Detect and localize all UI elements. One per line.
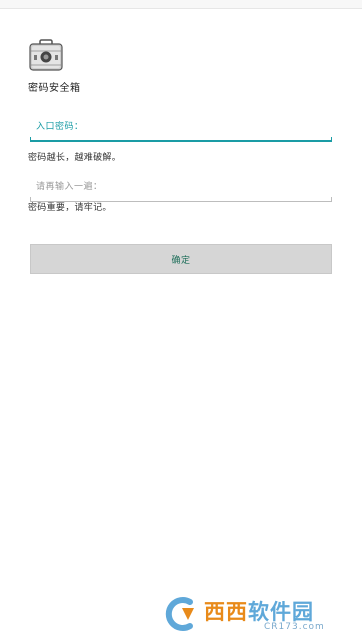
status-bar: [0, 0, 362, 9]
password-hint: 密码越长，越难破解。: [28, 153, 122, 163]
confirm-field-wrapper: [30, 172, 332, 202]
watermark: 西西软件园 CR173.com: [160, 594, 340, 636]
confirm-button[interactable]: 确定: [30, 244, 332, 274]
watermark-domain: CR173.com: [264, 622, 325, 632]
watermark-name-part2: 软件园: [248, 600, 314, 624]
cr-logo-icon: [165, 597, 194, 631]
password-underline: [30, 140, 332, 142]
password-field-wrapper: [30, 112, 332, 142]
password-underline-right-tick: [331, 137, 332, 142]
confirm-underline-right-tick: [331, 197, 332, 202]
password-input[interactable]: [30, 112, 332, 142]
app-title: 密码安全箱: [28, 83, 81, 94]
password-underline-left-tick: [30, 137, 31, 142]
watermark-name-part1: 西西: [204, 600, 248, 624]
safe-box-icon: [28, 38, 64, 72]
confirm-hint: 密码重要，请牢记。: [28, 203, 112, 213]
confirm-password-input[interactable]: [30, 172, 332, 202]
